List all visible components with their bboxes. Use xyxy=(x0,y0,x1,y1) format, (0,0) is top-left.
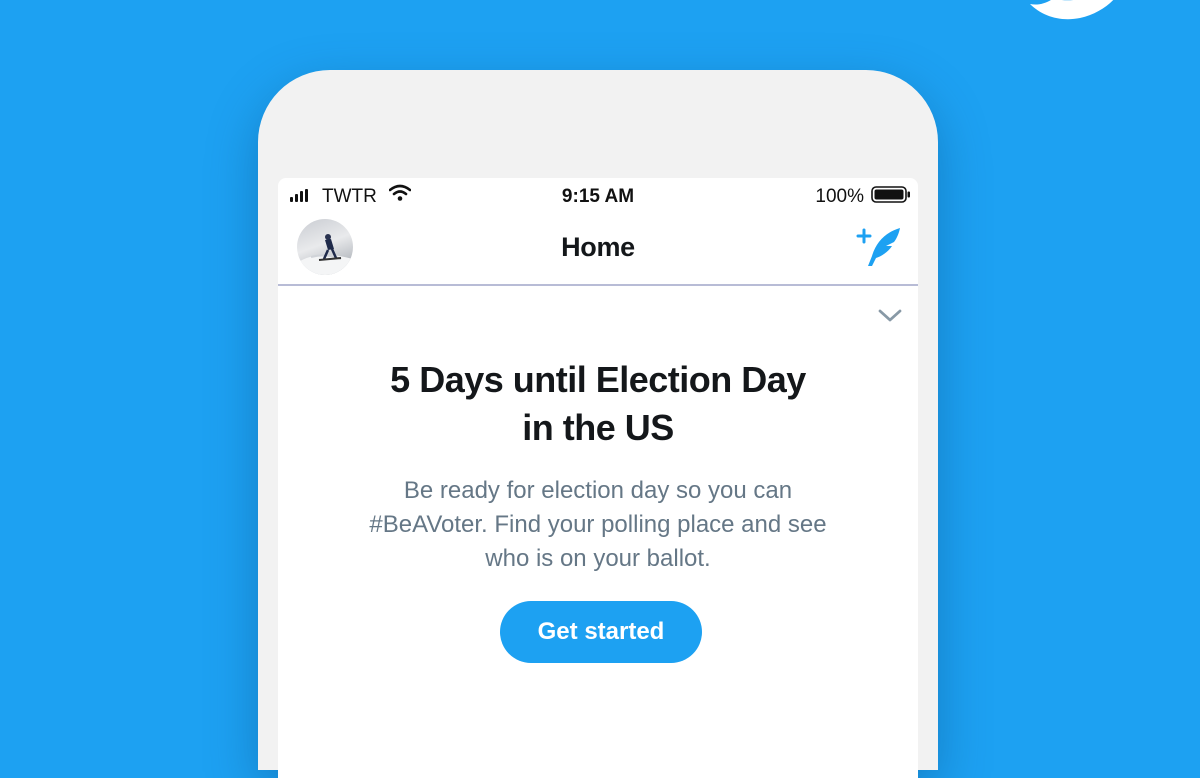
twitter-bird-icon xyxy=(1030,0,1114,20)
headline-line: 5 Days until Election Day xyxy=(390,359,806,400)
battery-full-icon xyxy=(871,186,910,203)
nav-bar: Home xyxy=(278,214,918,286)
phone-frame: TWTR 9:15 AM 100% Home 5 Days until Elec… xyxy=(258,70,938,778)
get-started-button[interactable]: Get started xyxy=(500,601,702,663)
compose-tweet-icon[interactable] xyxy=(856,226,902,268)
headline-line: in the US xyxy=(522,407,674,448)
phone-screen: TWTR 9:15 AM 100% Home 5 Days until Elec… xyxy=(278,178,918,778)
description-line: #BeAVoter. Find your polling place and s… xyxy=(369,511,827,538)
status-bar: TWTR 9:15 AM 100% xyxy=(278,178,918,214)
description-line: who is on your ballot. xyxy=(485,545,711,572)
battery-percent: 100% xyxy=(815,186,864,207)
description-line: Be ready for election day so you can xyxy=(403,477,793,504)
page-title: Home xyxy=(561,232,635,262)
chevron-down-icon[interactable] xyxy=(877,308,903,324)
election-headline: 5 Days until Election Day in the US xyxy=(278,356,918,452)
election-description: Be ready for election day so you can #Be… xyxy=(318,474,878,576)
